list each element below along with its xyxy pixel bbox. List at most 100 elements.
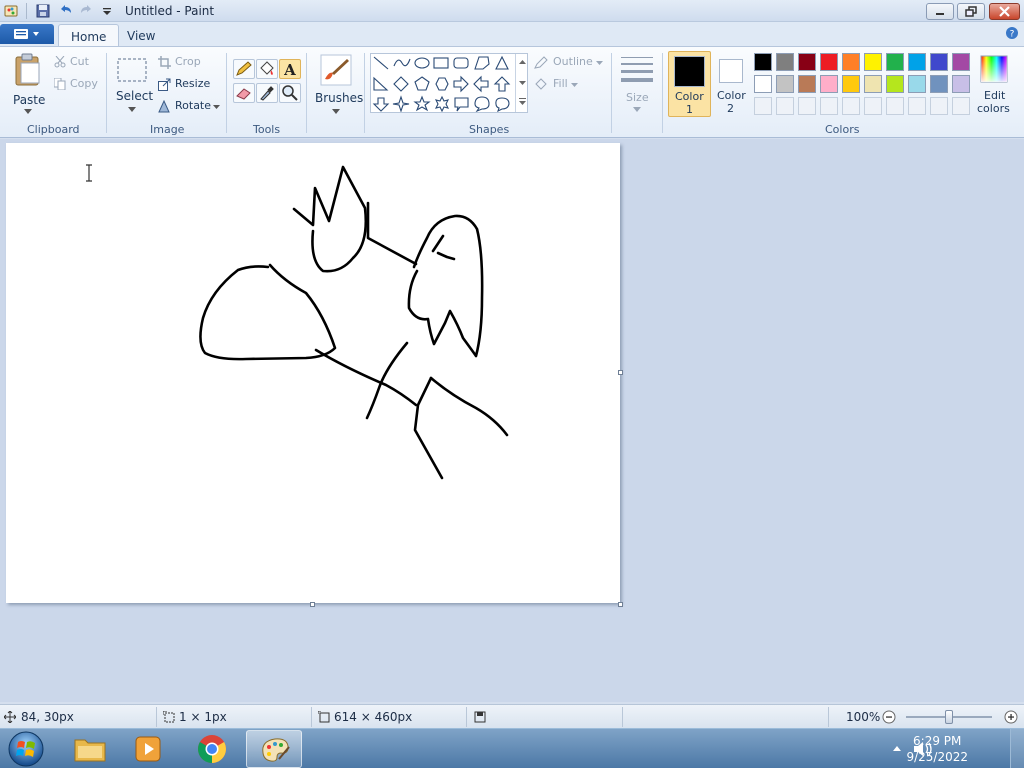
color1-button[interactable]: Color 1 [668, 51, 711, 117]
system-clock[interactable]: 6:29 PM 9/25/2022 [906, 733, 968, 765]
taskbar-chrome[interactable] [184, 730, 240, 768]
palette-swatch[interactable] [952, 75, 970, 93]
status-divider [466, 707, 467, 727]
custom-color-slot[interactable] [820, 97, 838, 115]
redo-icon[interactable] [79, 3, 95, 19]
custom-color-slot[interactable] [842, 97, 860, 115]
copy-button[interactable]: Copy [54, 77, 104, 93]
chevron-down-icon [24, 109, 32, 114]
canvas-resize-handle-bottom[interactable] [310, 602, 315, 607]
shapes-grid [372, 55, 511, 112]
customize-quick-access-icon[interactable] [99, 3, 115, 19]
show-hidden-icons-icon[interactable] [892, 744, 902, 752]
canvas-resize-handle-corner[interactable] [618, 602, 623, 607]
palette-swatch[interactable] [754, 75, 772, 93]
brushes-button[interactable]: Brushes [312, 51, 363, 117]
file-size-icon [474, 711, 486, 723]
pencil-tool[interactable] [233, 59, 255, 79]
custom-color-slot[interactable] [864, 97, 882, 115]
tools-group-label: Tools [253, 123, 281, 136]
palette-swatch[interactable] [754, 53, 772, 71]
save-icon[interactable] [35, 3, 51, 19]
tab-view[interactable]: View [115, 24, 167, 46]
crop-button[interactable]: Crop [158, 55, 218, 71]
left-arrow-shape-icon [473, 75, 489, 93]
custom-color-slot[interactable] [886, 97, 904, 115]
palette-swatch[interactable] [908, 75, 926, 93]
resize-button[interactable]: Resize [158, 77, 218, 93]
palette-swatch[interactable] [864, 53, 882, 71]
chevron-down-icon [128, 107, 136, 112]
custom-color-slot[interactable] [754, 97, 772, 115]
edit-colors-button[interactable]: Edit colors [974, 51, 1014, 117]
text-tool[interactable]: A [279, 59, 301, 79]
outline-pen-icon [534, 56, 548, 69]
paint-menu-button[interactable] [0, 24, 54, 44]
paste-button[interactable]: Paste [8, 51, 48, 114]
zoom-out-icon[interactable] [882, 710, 896, 724]
undo-icon[interactable] [57, 3, 73, 19]
show-desktop-button[interactable] [1010, 729, 1024, 768]
canvas-drawing [199, 165, 509, 480]
shapes-gallery[interactable] [370, 53, 528, 113]
shapes-scroll[interactable] [515, 54, 528, 112]
palette-swatch[interactable] [776, 75, 794, 93]
canvas-resize-handle-right[interactable] [618, 370, 623, 375]
fill-tool[interactable] [256, 59, 278, 79]
taskbar-paint[interactable] [246, 730, 302, 768]
custom-color-slot[interactable] [908, 97, 926, 115]
drawing-canvas[interactable] [6, 143, 620, 603]
clipboard-group-label: Clipboard [27, 123, 80, 136]
fill-button[interactable]: Fill [534, 77, 584, 93]
minimize-button[interactable] [926, 3, 954, 20]
color1-label: Color [675, 90, 704, 103]
taskbar-explorer[interactable] [62, 730, 118, 768]
zoom-slider-thumb[interactable] [945, 710, 953, 724]
palette-swatch[interactable] [842, 53, 860, 71]
help-icon[interactable]: ? [1005, 26, 1019, 40]
custom-color-slot[interactable] [776, 97, 794, 115]
magnifier-tool[interactable] [279, 83, 301, 103]
brush-icon [320, 54, 352, 86]
close-button[interactable] [989, 3, 1020, 20]
select-button[interactable]: Select [113, 55, 154, 115]
custom-color-slot[interactable] [952, 97, 970, 115]
palette-swatch[interactable] [776, 53, 794, 71]
paint-app-icon[interactable] [3, 3, 19, 19]
hexagon-shape-icon [435, 77, 449, 91]
palette-swatch[interactable] [864, 75, 882, 93]
tab-home[interactable]: Home [58, 24, 120, 46]
palette-swatch[interactable] [798, 75, 816, 93]
palette-swatch[interactable] [820, 53, 838, 71]
outline-button[interactable]: Outline [534, 55, 606, 71]
palette-swatch[interactable] [930, 53, 948, 71]
eraser-tool[interactable] [233, 83, 255, 103]
palette-swatch[interactable] [930, 75, 948, 93]
paint-palette-icon [262, 738, 290, 762]
select-label: Select [116, 89, 154, 103]
pencil-icon [236, 61, 252, 76]
color-picker-tool[interactable] [256, 83, 278, 103]
taskbar-media-player[interactable] [120, 730, 176, 768]
color2-button[interactable]: Color 2 [713, 51, 751, 117]
custom-color-slot[interactable] [930, 97, 948, 115]
palette-swatch[interactable] [886, 75, 904, 93]
palette-swatch[interactable] [952, 53, 970, 71]
edit-colors-line1: Edit [984, 89, 1006, 102]
zoom-in-icon[interactable] [1004, 710, 1018, 724]
palette-swatch[interactable] [908, 53, 926, 71]
custom-color-slot[interactable] [798, 97, 816, 115]
palette-swatch[interactable] [798, 53, 816, 71]
cut-button[interactable]: Cut [54, 55, 104, 71]
start-button[interactable] [2, 729, 50, 768]
stroke-leg-mid [413, 376, 444, 480]
rotate-button[interactable]: Rotate [158, 99, 222, 115]
size-button[interactable]: Size [617, 53, 657, 117]
restore-button[interactable] [957, 3, 985, 20]
palette-swatch[interactable] [842, 75, 860, 93]
rounded-rectangle-shape-icon [453, 57, 469, 69]
right-triangle-shape-icon [373, 76, 389, 91]
palette-swatch[interactable] [886, 53, 904, 71]
clock-date: 9/25/2022 [906, 750, 968, 764]
palette-swatch[interactable] [820, 75, 838, 93]
